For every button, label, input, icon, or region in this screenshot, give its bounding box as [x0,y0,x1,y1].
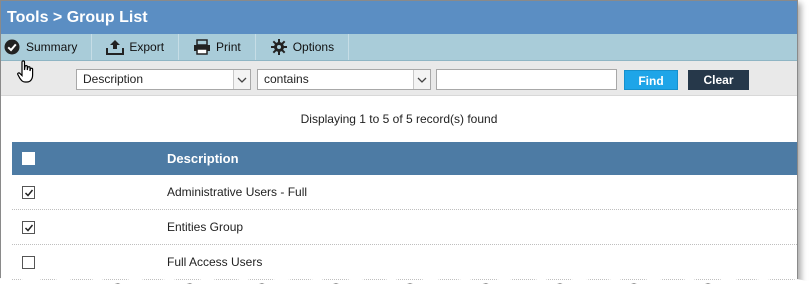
find-button[interactable]: Find [624,70,678,90]
checkmark-icon [24,189,33,197]
description-cell: Administrative Users - Full [167,185,308,199]
toolbar: Summary Export Print Options [1,34,797,61]
chevron-down-icon [233,70,250,89]
table-header: Description [12,142,797,175]
checkmark-icon [24,224,33,232]
export-label: Export [129,40,165,54]
search-input[interactable] [436,69,617,90]
filter-bar: Description contains Find Clear [1,61,797,96]
group-table: Description Administrative Users - Full … [12,142,797,280]
group-list-window: Tools > Group List Summary Export Print … [0,0,798,284]
clear-button[interactable]: Clear [688,70,749,90]
field-select-value: Description [83,72,144,86]
operator-select[interactable]: contains [257,69,431,90]
print-label: Print [216,40,241,54]
summary-label: Summary [26,40,78,54]
options-label: Options [292,40,335,54]
table-row: Entities Group [12,210,797,245]
select-all-checkbox[interactable] [22,152,35,165]
summary-button[interactable]: Summary [1,34,93,60]
row-checkbox[interactable] [22,186,35,199]
torn-edge-decoration [0,276,812,301]
row-checkbox[interactable] [22,221,35,234]
row-checkbox[interactable] [22,256,35,269]
record-count-status: Displaying 1 to 5 of 5 record(s) found [300,112,498,126]
chevron-down-icon [413,70,430,89]
check-circle-icon [3,38,21,56]
description-cell: Entities Group [167,220,244,234]
table-row: Administrative Users - Full [12,175,797,210]
printer-icon [193,38,211,56]
description-column-header[interactable]: Description [167,142,239,175]
operator-select-value: contains [264,72,309,86]
export-button[interactable]: Export [92,34,180,60]
page-title: Tools > Group List [1,1,797,34]
options-button[interactable]: Options [256,34,350,60]
field-select[interactable]: Description [76,69,251,90]
hand-cursor-icon [17,60,34,83]
gear-icon [270,38,288,56]
print-button[interactable]: Print [179,34,256,60]
upload-icon [106,38,125,56]
